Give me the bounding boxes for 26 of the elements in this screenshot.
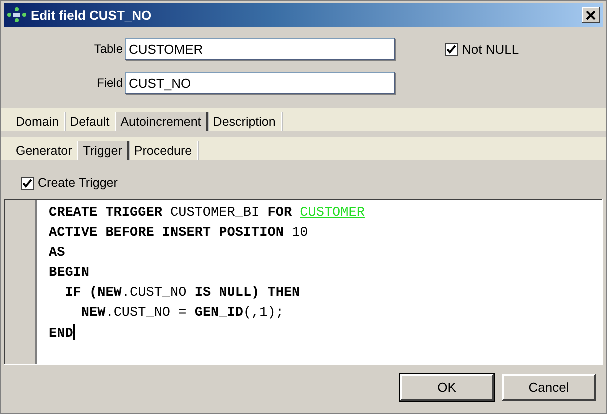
code-line: IF (NEW.CUST_NO IS NULL) THEN — [64, 286, 300, 301]
code-line: NEW.CUST_NO = GEN_ID(,1); — [80, 306, 284, 321]
code-line: ACTIVE BEFORE INSERT POSITION 10 — [49, 226, 308, 241]
tab[interactable]: Trigger — [78, 141, 130, 160]
input-field[interactable]: CUST_NO — [125, 72, 395, 94]
field-label: Table — [94, 42, 124, 56]
checkbox-label: Create Trigger — [38, 176, 118, 190]
code-line: AS — [49, 246, 66, 261]
tab[interactable]: Autoincrement — [116, 112, 208, 131]
checkbox[interactable] — [445, 42, 458, 56]
app-icon — [7, 7, 27, 23]
dialog-button[interactable]: Cancel — [502, 374, 596, 401]
dialog-button[interactable]: OK — [400, 374, 494, 401]
tab[interactable]: Domain — [11, 112, 66, 131]
input-field[interactable]: CUSTOMER — [125, 38, 395, 60]
checkbox[interactable] — [21, 176, 34, 190]
code-editor[interactable]: CREATE TRIGGER CUSTOMER_BI FOR CUSTOMER ACTIVE BEFORE INSERT POSITION 10 AS BEGIN IF (NEW.CUST_NO IS NULL) THEN NEW.CUST_NO = GEN_ID(,1); END — [4, 199, 603, 365]
window-title: Edit field CUST_NO — [31, 8, 153, 22]
tab[interactable]: Description — [208, 112, 282, 131]
close-icon[interactable] — [582, 7, 600, 23]
tab[interactable]: Procedure — [129, 141, 198, 160]
code-line: BEGIN — [49, 266, 90, 281]
code-line: END — [49, 327, 74, 342]
field-label: Field — [96, 76, 124, 90]
checkbox-label: Not NULL — [462, 42, 520, 56]
code-line: CREATE TRIGGER CUSTOMER_BI FOR CUSTOMER — [49, 206, 365, 221]
